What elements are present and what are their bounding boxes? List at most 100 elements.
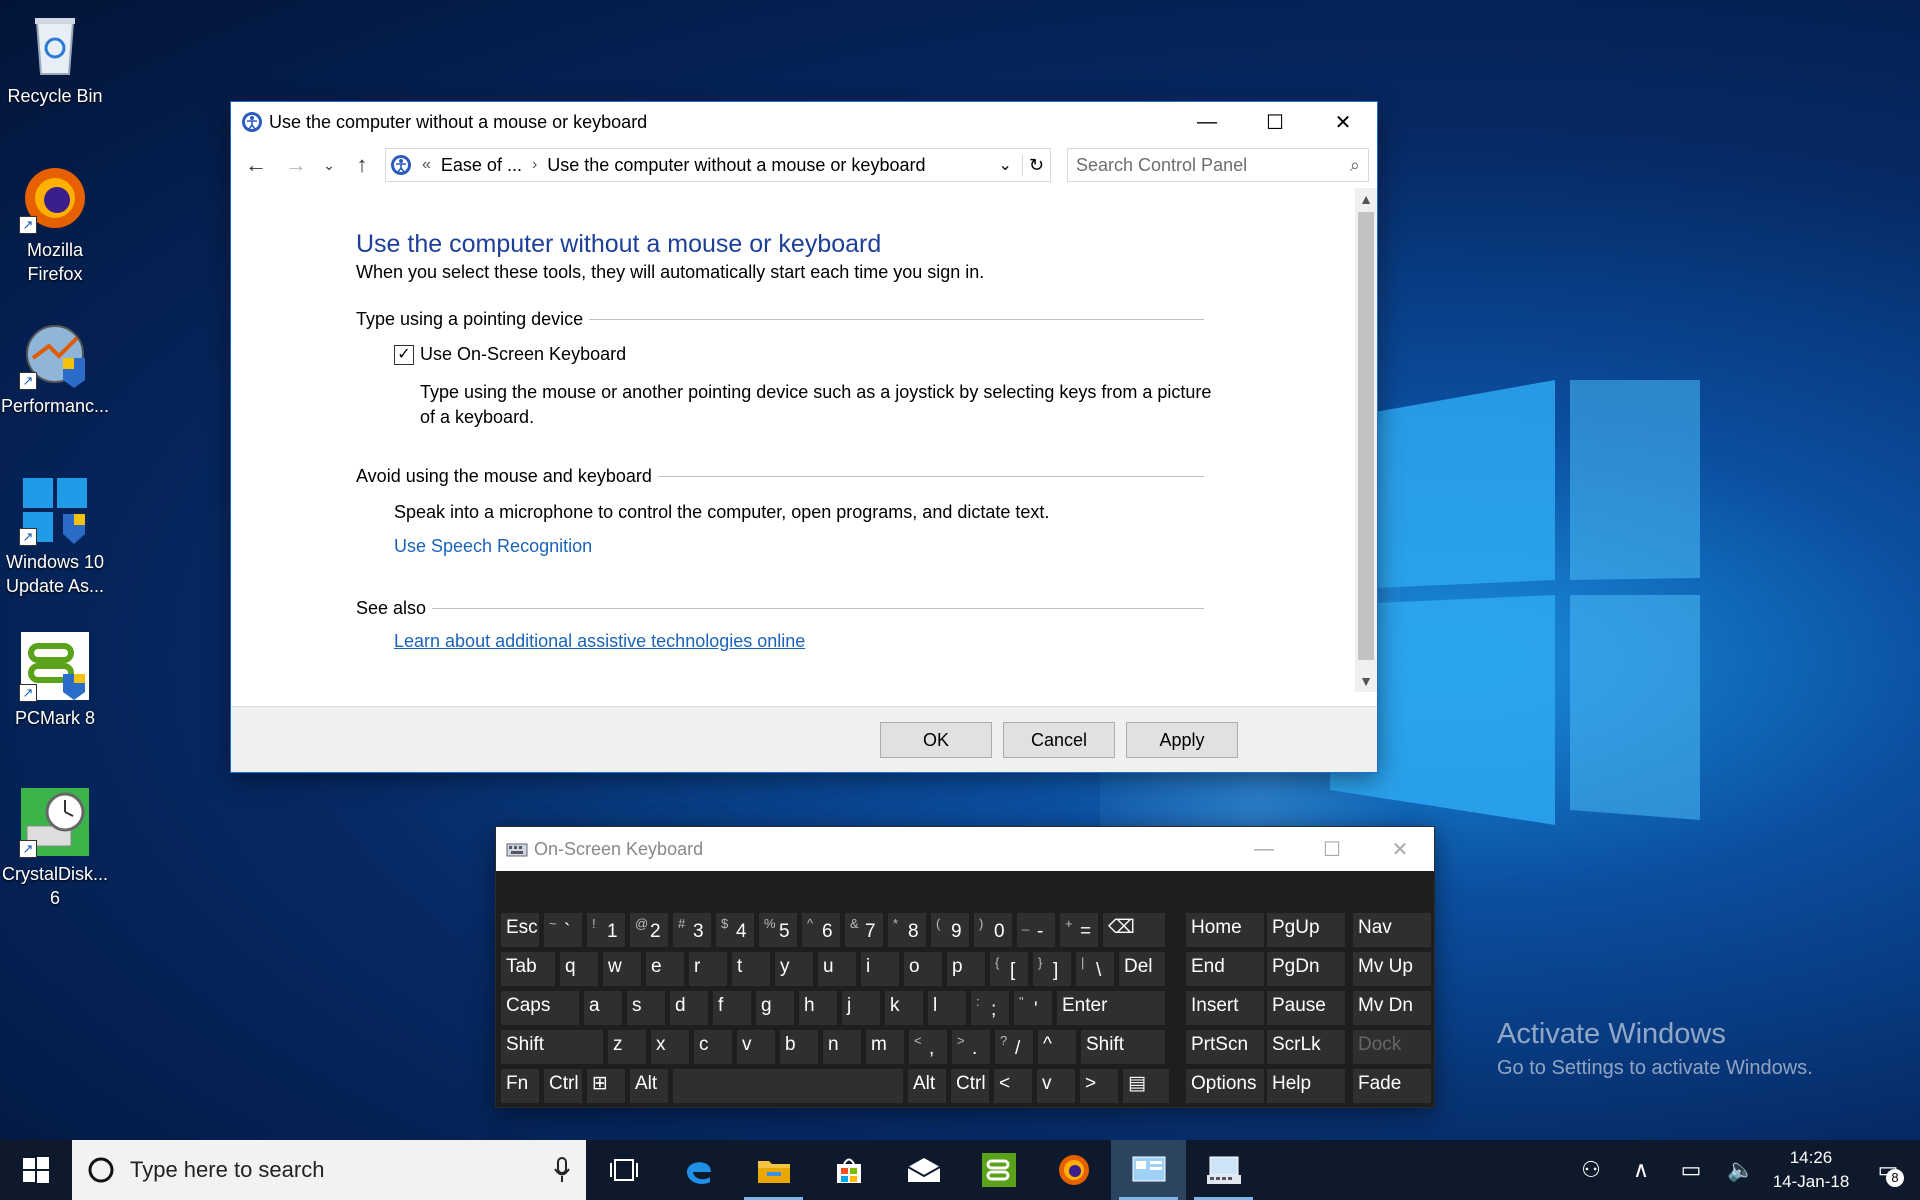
osk-key[interactable]: e: [646, 952, 684, 986]
osk-key[interactable]: Nav: [1353, 913, 1431, 947]
osk-key[interactable]: Home: [1186, 913, 1264, 947]
osk-key[interactable]: & 7: [845, 913, 883, 947]
taskbar-mail[interactable]: [886, 1140, 961, 1200]
title-bar[interactable]: Use the computer without a mouse or keyb…: [231, 102, 1377, 142]
osk-key[interactable]: a: [584, 991, 622, 1025]
action-center-icon[interactable]: ▭ 8: [1856, 1157, 1920, 1187]
osk-key[interactable]: v: [737, 1030, 775, 1064]
close-button[interactable]: ✕: [1309, 102, 1377, 142]
osk-key[interactable]: <: [994, 1069, 1032, 1103]
refresh-icon[interactable]: ↻: [1021, 154, 1050, 176]
up-arrow-icon[interactable]: ↑: [345, 148, 379, 182]
osk-key[interactable]: j: [842, 991, 880, 1025]
osk-key[interactable]: Enter: [1057, 991, 1165, 1025]
osk-key[interactable]: Fn: [501, 1069, 539, 1103]
forward-arrow-icon[interactable]: →: [279, 148, 313, 182]
osk-key[interactable]: #3: [673, 913, 711, 947]
osk-key[interactable]: ^ 6: [802, 913, 840, 947]
cancel-button[interactable]: Cancel: [1003, 722, 1115, 758]
osk-key[interactable]: :;: [971, 991, 1009, 1025]
address-dropdown-chevron-icon[interactable]: ⌄: [999, 155, 1012, 175]
osk-key[interactable]: l: [928, 991, 966, 1025]
osk-key[interactable]: Alt: [908, 1069, 946, 1103]
osk-key[interactable]: @2: [630, 913, 668, 947]
breadcrumb-current[interactable]: Use the computer without a mouse or keyb…: [547, 155, 925, 176]
osk-key[interactable]: {[: [990, 952, 1028, 986]
osk-key[interactable]: k: [885, 991, 923, 1025]
osk-key[interactable]: + =: [1060, 913, 1098, 947]
scroll-up-arrow-icon[interactable]: ▲: [1355, 188, 1377, 210]
osk-key[interactable]: g: [756, 991, 794, 1025]
osk-key[interactable]: Fade: [1353, 1069, 1431, 1103]
osk-key[interactable]: ScrLk: [1267, 1030, 1345, 1064]
osk-key[interactable]: w: [603, 952, 641, 986]
osk-key[interactable]: s: [627, 991, 665, 1025]
taskbar-search-input[interactable]: Type here to search: [130, 1157, 538, 1183]
taskbar-edge[interactable]: [661, 1140, 736, 1200]
osk-key[interactable]: Mv Dn: [1353, 991, 1431, 1025]
osk-key[interactable]: Shift: [1081, 1030, 1165, 1064]
search-box[interactable]: Search Control Panel ⌕: [1067, 148, 1369, 182]
address-bar[interactable]: « Ease of ... › Use the computer without…: [385, 148, 1051, 182]
osk-key[interactable]: c: [694, 1030, 732, 1064]
osk-key[interactable]: u: [818, 952, 856, 986]
osk-key[interactable]: Esc: [501, 913, 539, 947]
osk-key[interactable]: PrtScn: [1186, 1030, 1264, 1064]
osk-maximize-button[interactable]: ☐: [1298, 829, 1366, 869]
minimize-button[interactable]: —: [1173, 102, 1241, 142]
osk-close-button[interactable]: ✕: [1366, 829, 1434, 869]
osk-key[interactable]: t: [732, 952, 770, 986]
taskbar-file-explorer[interactable]: [736, 1140, 811, 1200]
search-icon[interactable]: ⌕: [1350, 155, 1360, 176]
osk-key[interactable]: * 8: [888, 913, 926, 947]
osk-minimize-button[interactable]: —: [1230, 829, 1298, 869]
breadcrumb-separator-icon[interactable]: ›: [532, 156, 537, 174]
osk-key[interactable]: n: [823, 1030, 861, 1064]
network-icon[interactable]: ▭: [1666, 1157, 1716, 1183]
osk-key[interactable]: Help: [1267, 1069, 1345, 1103]
osk-key[interactable]: <,: [909, 1030, 947, 1064]
osk-key[interactable]: >.: [952, 1030, 990, 1064]
osk-key[interactable]: PgDn: [1267, 952, 1345, 986]
clock[interactable]: 14:26 14-Jan-18: [1766, 1146, 1856, 1194]
osk-key[interactable]: Ctrl: [544, 1069, 582, 1103]
scroll-down-arrow-icon[interactable]: ▼: [1355, 670, 1377, 692]
assistive-technologies-link[interactable]: Learn about additional assistive technol…: [394, 631, 805, 652]
taskbar-pcmark[interactable]: [961, 1140, 1036, 1200]
osk-key[interactable]: h: [799, 991, 837, 1025]
taskbar-store[interactable]: [811, 1140, 886, 1200]
microphone-icon[interactable]: [552, 1156, 572, 1184]
taskbar-control-panel[interactable]: [1111, 1140, 1186, 1200]
osk-key[interactable]: Pause: [1267, 991, 1345, 1025]
osk-key[interactable]: _ -: [1017, 913, 1055, 947]
taskbar-search-box[interactable]: Type here to search: [72, 1140, 586, 1200]
osk-key[interactable]: | \: [1076, 952, 1114, 986]
osk-key[interactable]: q: [560, 952, 598, 986]
osk-key[interactable]: Shift: [501, 1030, 603, 1064]
taskbar-firefox[interactable]: [1036, 1140, 1111, 1200]
osk-key[interactable]: v: [1037, 1069, 1075, 1103]
taskbar-on-screen-keyboard[interactable]: [1186, 1140, 1261, 1200]
osk-key[interactable]: $4: [716, 913, 754, 947]
recent-locations-chevron-icon[interactable]: ⌄: [319, 148, 339, 182]
search-input[interactable]: Search Control Panel: [1076, 155, 1350, 176]
osk-key[interactable]: x: [651, 1030, 689, 1064]
osk-key[interactable]: Ctrl: [951, 1069, 989, 1103]
volume-icon[interactable]: 🔈: [1716, 1157, 1766, 1183]
osk-key[interactable]: Tab: [501, 952, 555, 986]
desktop-icon-pcmark[interactable]: ↗ PCMark 8: [0, 630, 110, 730]
osk-key[interactable]: Del: [1119, 952, 1165, 986]
desktop-icon-performance[interactable]: ↗ Performanc...: [0, 318, 110, 418]
osk-key[interactable]: ⌫: [1103, 913, 1165, 947]
desktop-icon-crystaldisk[interactable]: ↗ CrystalDisk... 6: [0, 786, 110, 910]
osk-key[interactable]: Caps: [501, 991, 579, 1025]
breadcrumb-overflow[interactable]: «: [422, 156, 431, 174]
breadcrumb-ease-of-access[interactable]: Ease of ...: [441, 155, 522, 176]
osk-key[interactable]: i: [861, 952, 899, 986]
osk-key[interactable]: Dock: [1353, 1030, 1431, 1064]
desktop-icon-recycle-bin[interactable]: Recycle Bin: [0, 8, 110, 108]
osk-key[interactable]: ⊞: [587, 1069, 625, 1103]
osk-key[interactable]: End: [1186, 952, 1264, 986]
osk-key[interactable]: y: [775, 952, 813, 986]
osk-key[interactable]: ~ `: [544, 913, 582, 947]
